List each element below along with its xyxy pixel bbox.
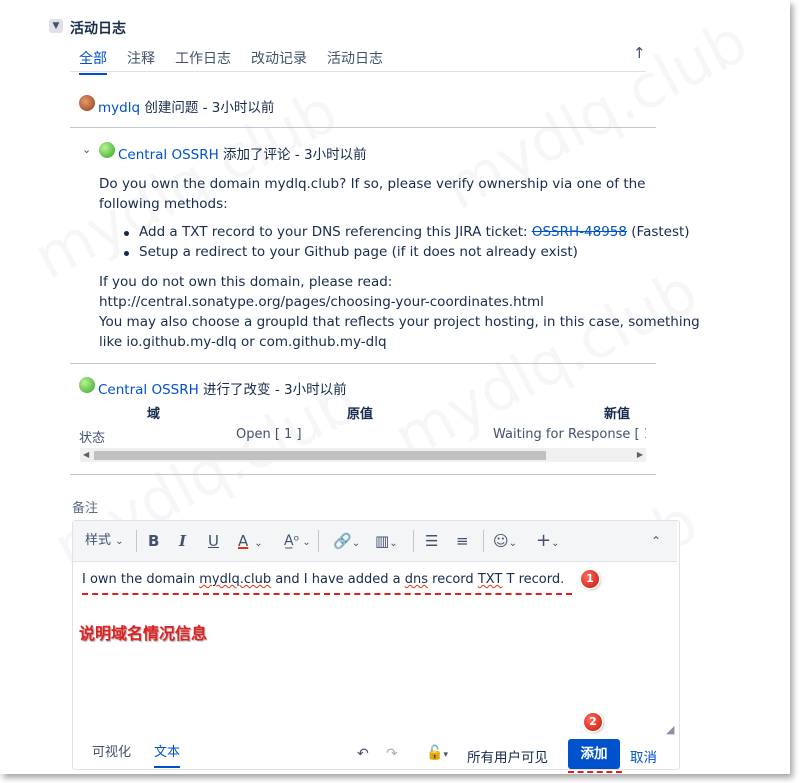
- bullet: [124, 251, 129, 256]
- style-label: 样式: [85, 533, 112, 548]
- plus-icon[interactable]: +⌄: [536, 521, 559, 564]
- user-link[interactable]: Central OSSRH: [98, 382, 199, 398]
- style-dropdown[interactable]: 样式 ⌄: [85, 521, 124, 562]
- avatar: [79, 95, 95, 111]
- user-link[interactable]: Central OSSRH: [118, 147, 219, 163]
- change-new-clip: Waiting for Response [ 1(: [493, 427, 646, 442]
- toolbar-separator: [318, 530, 319, 552]
- numbered-list-icon[interactable]: ≡: [456, 521, 469, 561]
- created-entry: mydlq 创建问题 - 3小时以前: [98, 96, 274, 116]
- column-header-original: 原值: [347, 407, 374, 422]
- comment-bullet-2: Setup a redirect to your Github page (if…: [139, 244, 578, 260]
- activity-panel: mydlq.club mydlq.club mydlq.club mydlq.c…: [0, 0, 790, 774]
- toolbar-separator: [483, 530, 484, 552]
- divider: [70, 127, 656, 128]
- entry-action: 创建问题 - 3小时以前: [140, 100, 275, 116]
- text-color-button[interactable]: A ⌄: [238, 521, 263, 564]
- toolbar-separator: [136, 530, 137, 552]
- resize-handle-icon[interactable]: ◢: [666, 723, 674, 736]
- comment-paragraph-1: Do you own the domain mydlq.club? If so,…: [99, 176, 646, 212]
- cancel-button[interactable]: 取消: [630, 746, 657, 766]
- scroll-left-icon[interactable]: ◀: [83, 448, 89, 462]
- mode-visual[interactable]: 可视化: [92, 741, 131, 760]
- editor-text: record: [428, 572, 478, 587]
- link-icon[interactable]: 🔗⌄: [333, 521, 360, 564]
- editor-toolbar: 样式 ⌄ B I U A ⌄ A̲ᵒ ⌄ 🔗⌄ ▥⌄ ☰ ≡ ☺⌄ +⌄ ⌃: [73, 521, 677, 562]
- divider: [70, 474, 656, 475]
- attachment-icon[interactable]: ▥⌄: [375, 521, 398, 564]
- annotation-underline: [82, 593, 572, 595]
- editor-text: I own the domain: [82, 572, 200, 587]
- avatar: [99, 142, 115, 158]
- bullet: [124, 231, 129, 236]
- ticket-link[interactable]: OSSRH-48958: [532, 224, 627, 240]
- chevron-down-icon: ⌄: [115, 536, 124, 547]
- lock-icon[interactable]: 🔓▾: [426, 745, 448, 761]
- annotation-note: 说明域名情况信息: [79, 624, 208, 643]
- section-title: 活动日志: [70, 21, 126, 37]
- annotation-marker: 1: [581, 570, 599, 588]
- comment-paragraph-3b: like io.github.my-dlq or com.github.my-d…: [99, 334, 387, 350]
- chevron-down-icon: ▼: [52, 21, 60, 31]
- italic-icon[interactable]: I: [179, 521, 186, 561]
- divider: [70, 363, 656, 364]
- coordinates-link[interactable]: http://central.sonatype.org/pages/choosi…: [99, 294, 544, 310]
- redo-icon[interactable]: ↷: [386, 746, 398, 762]
- emoji-icon[interactable]: ☺⌄: [493, 521, 517, 564]
- column-header-field: 域: [147, 407, 161, 422]
- comment-bullet-1: Add a TXT record to your DNS referencing…: [139, 224, 690, 240]
- sort-arrow-icon[interactable]: ↑: [633, 44, 646, 62]
- comment-entry-header: Central OSSRH 添加了评论 - 3小时以前: [118, 143, 367, 163]
- horizontal-scrollbar[interactable]: ◀ ▶: [80, 448, 646, 462]
- bullet-text: (Fastest): [626, 224, 690, 240]
- avatar: [79, 377, 95, 393]
- more-formatting-icon[interactable]: A̲ᵒ ⌄: [284, 521, 311, 563]
- annotation-underline: [568, 771, 622, 773]
- bullet-list-icon[interactable]: ☰: [425, 521, 438, 561]
- annotation-marker: 2: [584, 713, 602, 731]
- editor-text: mydlq.club: [199, 572, 272, 587]
- user-link[interactable]: mydlq: [98, 100, 140, 116]
- bullet-text: Add a TXT record to your DNS referencing…: [139, 224, 532, 240]
- change-new: Waiting for Response [ 1(: [493, 427, 646, 442]
- scrollbar-thumb[interactable]: [94, 451, 546, 460]
- chevron-down-icon[interactable]: ⌄: [82, 143, 91, 156]
- editor-text: TXT: [477, 572, 503, 587]
- collapse-section-button[interactable]: ▼: [49, 19, 63, 33]
- comment-paragraph-2: If you do not own this domain, please re…: [99, 274, 393, 290]
- bold-icon[interactable]: B: [148, 521, 159, 561]
- entry-action: 添加了评论 - 3小时以前: [218, 147, 367, 163]
- note-label: 备注: [72, 501, 99, 516]
- mode-text[interactable]: 文本: [154, 741, 181, 768]
- change-field: 状态: [79, 431, 106, 446]
- editor-text: dns: [404, 572, 429, 587]
- entry-action: 进行了改变 - 3小时以前: [198, 382, 347, 398]
- column-header-new: 新值: [604, 407, 631, 422]
- comment-paragraph-3: You may also choose a groupId that refle…: [99, 314, 700, 330]
- chevron-down-icon: ⌄: [254, 538, 263, 549]
- change-entry-header: Central OSSRH 进行了改变 - 3小时以前: [98, 378, 347, 398]
- add-button[interactable]: 添加: [568, 739, 620, 769]
- collapse-toolbar-icon[interactable]: ⌃: [651, 521, 661, 561]
- toolbar-separator: [413, 530, 414, 552]
- editor-content[interactable]: I own the domain mydlq.club and I have a…: [82, 572, 564, 587]
- text-color-icon: A: [238, 532, 249, 550]
- editor-text: T record.: [502, 572, 565, 587]
- visibility-selector[interactable]: 所有用户可见: [467, 746, 548, 766]
- underline-icon[interactable]: U: [208, 521, 219, 561]
- tabs-divider: [70, 71, 646, 72]
- undo-icon[interactable]: ↶: [357, 746, 369, 762]
- change-original: Open [ 1 ]: [236, 427, 302, 442]
- scroll-right-icon[interactable]: ▶: [637, 448, 643, 462]
- editor-text: and I have added a: [271, 572, 405, 587]
